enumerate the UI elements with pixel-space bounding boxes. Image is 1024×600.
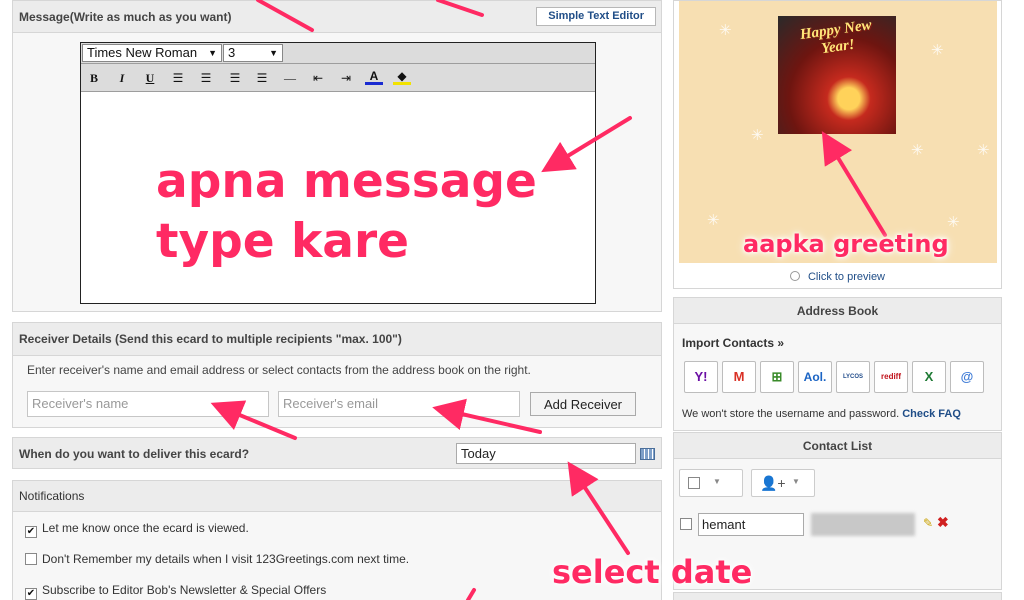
arrow-message: [541, 116, 632, 173]
annotation-arrows: [210, 0, 887, 600]
arrow-receiver-email: [432, 398, 542, 434]
annotation-message-line-1: apna message: [156, 154, 537, 209]
annotation-date: select date: [552, 553, 753, 591]
arrow-date: [567, 461, 630, 555]
annotation-message: apna message type kare: [156, 152, 537, 272]
arrow-greeting: [821, 131, 887, 237]
annotation-message-line-2: type kare: [156, 214, 410, 269]
arrow-top-right: [436, 0, 484, 17]
arrow-top-left: [256, 0, 314, 32]
annotation-greeting: aapka greeting: [743, 230, 949, 258]
arrow-bottom: [466, 588, 476, 600]
arrow-receiver-name: [210, 400, 297, 440]
